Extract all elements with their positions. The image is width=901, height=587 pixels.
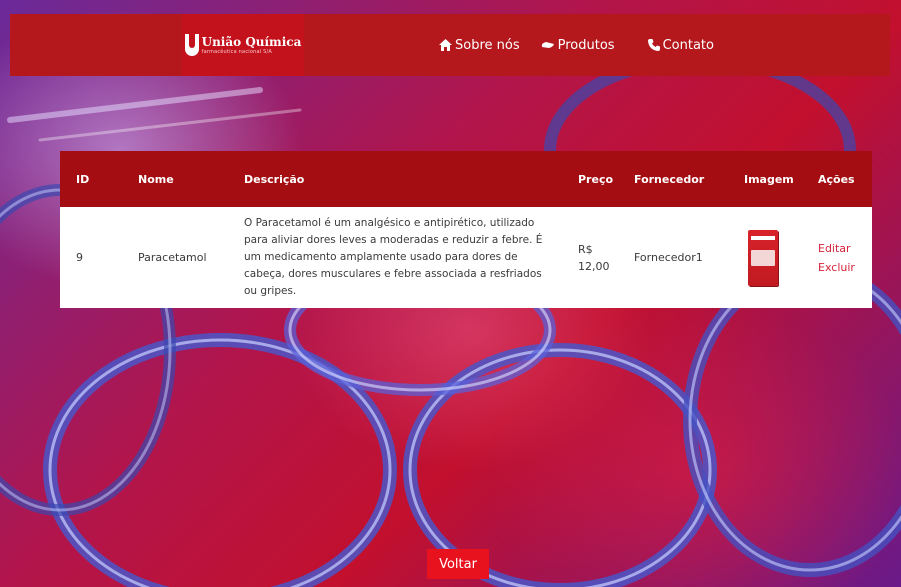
brand-logo[interactable]: União Química farmacêutica nacional S/A <box>182 14 304 76</box>
nav-item-label: Sobre nós <box>455 37 520 53</box>
cell-name: Paracetamol <box>138 251 207 264</box>
paracetamol-box-image <box>748 229 778 286</box>
cell-price: R$ 12,00 <box>578 242 610 273</box>
column-header-id: ID <box>76 172 90 186</box>
phone-icon <box>647 39 660 51</box>
brand-tagline: farmacêutica nacional S/A <box>201 48 273 55</box>
nav-item-sobre-nos[interactable]: Sobre nós <box>438 38 520 53</box>
column-header-acoes: Ações <box>818 172 855 186</box>
column-header-descricao: Descrição <box>244 172 305 186</box>
cell-image <box>728 207 802 308</box>
nav-item-label: Produtos <box>557 37 615 53</box>
home-icon <box>439 39 452 51</box>
nav-item-contato[interactable]: Contato <box>647 38 714 53</box>
logo-shield-icon <box>184 34 199 56</box>
column-header-imagem: Imagem <box>744 172 794 186</box>
delete-link[interactable]: Excluir <box>818 261 872 274</box>
column-header-nome: Nome <box>138 172 174 186</box>
main-nav: Sobre nós Produtos Contato <box>438 14 714 76</box>
column-header-preco: Preço <box>578 172 614 186</box>
table-row: 9 Paracetamol O Paracetamol é um analgés… <box>60 207 872 308</box>
brand-name: União Química <box>201 34 302 49</box>
cell-supplier: Fornecedor1 <box>634 251 703 264</box>
cell-id: 9 <box>76 251 83 264</box>
logo-wordmark: União Química farmacêutica nacional S/A <box>202 36 302 55</box>
products-table-panel: ID Nome Descrição Preço Fornecedor Image… <box>60 151 872 308</box>
table-header-row: ID Nome Descrição Preço Fornecedor Image… <box>60 151 872 207</box>
cell-actions: Editar Excluir <box>802 207 872 308</box>
page: União Química farmacêutica nacional S/A … <box>0 0 901 587</box>
edit-link[interactable]: Editar <box>818 242 872 255</box>
top-navbar: União Química farmacêutica nacional S/A … <box>10 14 890 76</box>
nav-item-produtos[interactable]: Produtos <box>540 38 615 53</box>
column-header-fornecedor: Fornecedor <box>634 172 705 186</box>
cell-description: O Paracetamol é um analgésico e antipiré… <box>244 217 543 297</box>
back-button[interactable]: Voltar <box>427 549 489 579</box>
products-table: ID Nome Descrição Preço Fornecedor Image… <box>60 151 872 308</box>
nav-item-label: Contato <box>662 37 714 53</box>
pill-icon <box>541 42 554 48</box>
